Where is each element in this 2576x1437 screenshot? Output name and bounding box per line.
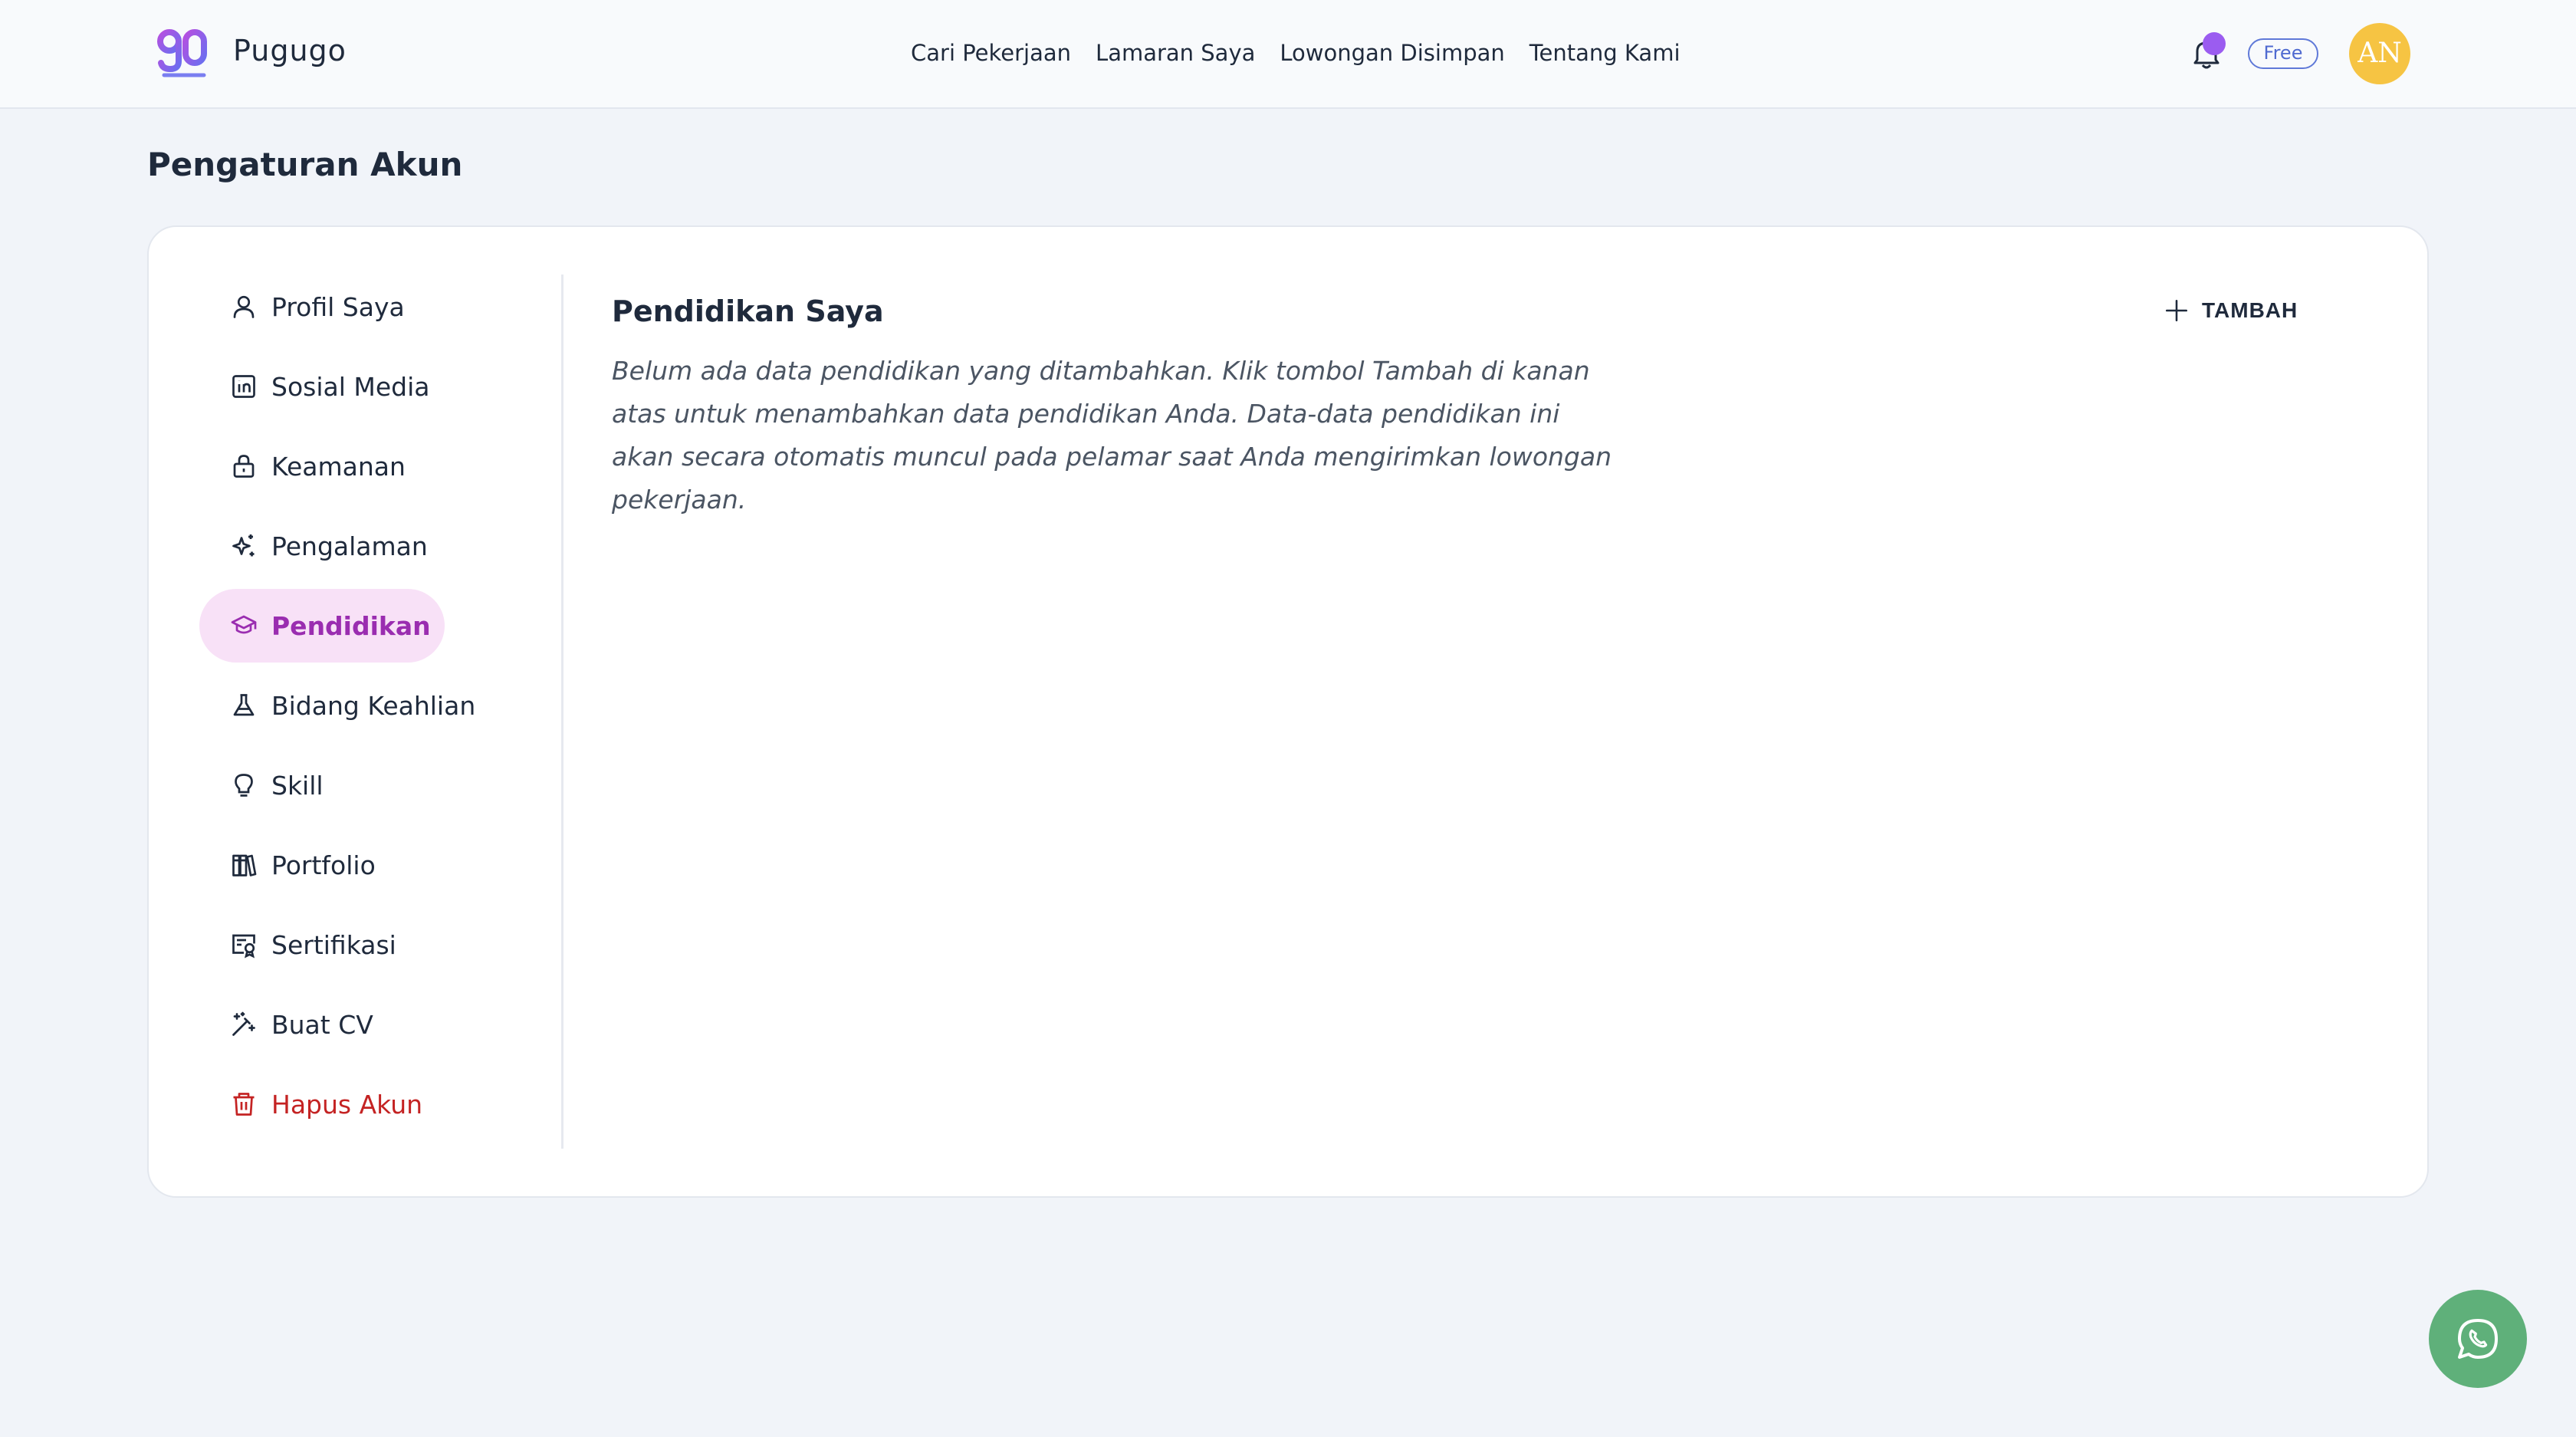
whatsapp-icon [2458, 1319, 2498, 1359]
settings-card: Profil Saya Sosial Media Keamanan Pengal… [147, 225, 2429, 1198]
sidebar-item-bidang-keahlian[interactable]: Bidang Keahlian [199, 669, 515, 742]
notification-dot [2203, 32, 2226, 55]
sidebar-item-sertifikasi[interactable]: Sertifikasi [199, 908, 515, 982]
add-education-button[interactable]: TAMBAH [2164, 291, 2298, 330]
lock-icon [228, 451, 259, 482]
trash-icon [228, 1089, 259, 1120]
page-title: Pengaturan Akun [147, 146, 463, 183]
flask-icon [228, 690, 259, 721]
nav-lamaran-saya[interactable]: Lamaran Saya [1096, 40, 1255, 66]
sidebar-item-pendidikan[interactable]: Pendidikan [199, 589, 445, 663]
logo-icon[interactable] [156, 28, 209, 78]
certificate-icon [228, 929, 259, 960]
sidebar-item-label: Keamanan [271, 451, 406, 482]
add-button-label: TAMBAH [2202, 298, 2298, 322]
plan-badge[interactable]: Free [2248, 38, 2318, 69]
nav-tentang-kami[interactable]: Tentang Kami [1530, 40, 1681, 66]
sidebar-item-sosial-media[interactable]: Sosial Media [199, 350, 515, 423]
sidebar-item-keamanan[interactable]: Keamanan [199, 429, 515, 503]
top-header: Pugugo Cari Pekerjaan Lamaran Saya Lowon… [0, 0, 2576, 109]
section-title: Pendidikan Saya [612, 294, 884, 328]
sparkles-icon [228, 531, 259, 561]
lightbulb-icon [228, 770, 259, 801]
sidebar-item-label: Bidang Keahlian [271, 690, 476, 721]
magic-wand-icon [228, 1009, 259, 1040]
settings-menu: Profil Saya Sosial Media Keamanan Pengal… [199, 270, 515, 1147]
sidebar-item-hapus-akun[interactable]: Hapus Akun [199, 1067, 515, 1141]
sidebar-item-label: Hapus Akun [271, 1089, 423, 1120]
sidebar-item-label: Portfolio [271, 850, 376, 880]
sidebar-item-label: Pengalaman [271, 531, 428, 561]
brand-name[interactable]: Pugugo [233, 34, 347, 67]
sidebar-item-buat-cv[interactable]: Buat CV [199, 988, 515, 1061]
sidebar-item-label: Sertifikasi [271, 929, 396, 960]
sidebar-item-pengalaman[interactable]: Pengalaman [199, 509, 515, 583]
sidebar-item-label: Sosial Media [271, 371, 430, 402]
app-page: Pugugo Cari Pekerjaan Lamaran Saya Lowon… [0, 0, 2576, 1437]
sidebar-item-profil-saya[interactable]: Profil Saya [199, 270, 515, 344]
nav-lowongan-disimpan[interactable]: Lowongan Disimpan [1280, 40, 1504, 66]
plus-icon [2165, 299, 2188, 322]
user-icon [228, 291, 259, 322]
sidebar-item-portfolio[interactable]: Portfolio [199, 828, 515, 902]
empty-state-message: Belum ada data pendidikan yang ditambahk… [612, 356, 1612, 515]
sidebar-item-skill[interactable]: Skill [199, 748, 515, 822]
menu-divider [561, 275, 564, 1149]
graduation-cap-icon [228, 610, 259, 641]
linkedin-icon [228, 371, 259, 402]
nav-cari-pekerjaan[interactable]: Cari Pekerjaan [911, 40, 1071, 66]
sidebar-item-label: Skill [271, 770, 324, 801]
library-icon [228, 850, 259, 880]
sidebar-item-label: Buat CV [271, 1009, 373, 1040]
sidebar-item-label: Profil Saya [271, 291, 405, 322]
main-nav: Cari Pekerjaan Lamaran Saya Lowongan Dis… [911, 40, 1681, 66]
whatsapp-chat-button[interactable] [2429, 1290, 2527, 1388]
sidebar-item-label: Pendidikan [271, 610, 431, 641]
avatar[interactable]: AN [2349, 23, 2410, 84]
